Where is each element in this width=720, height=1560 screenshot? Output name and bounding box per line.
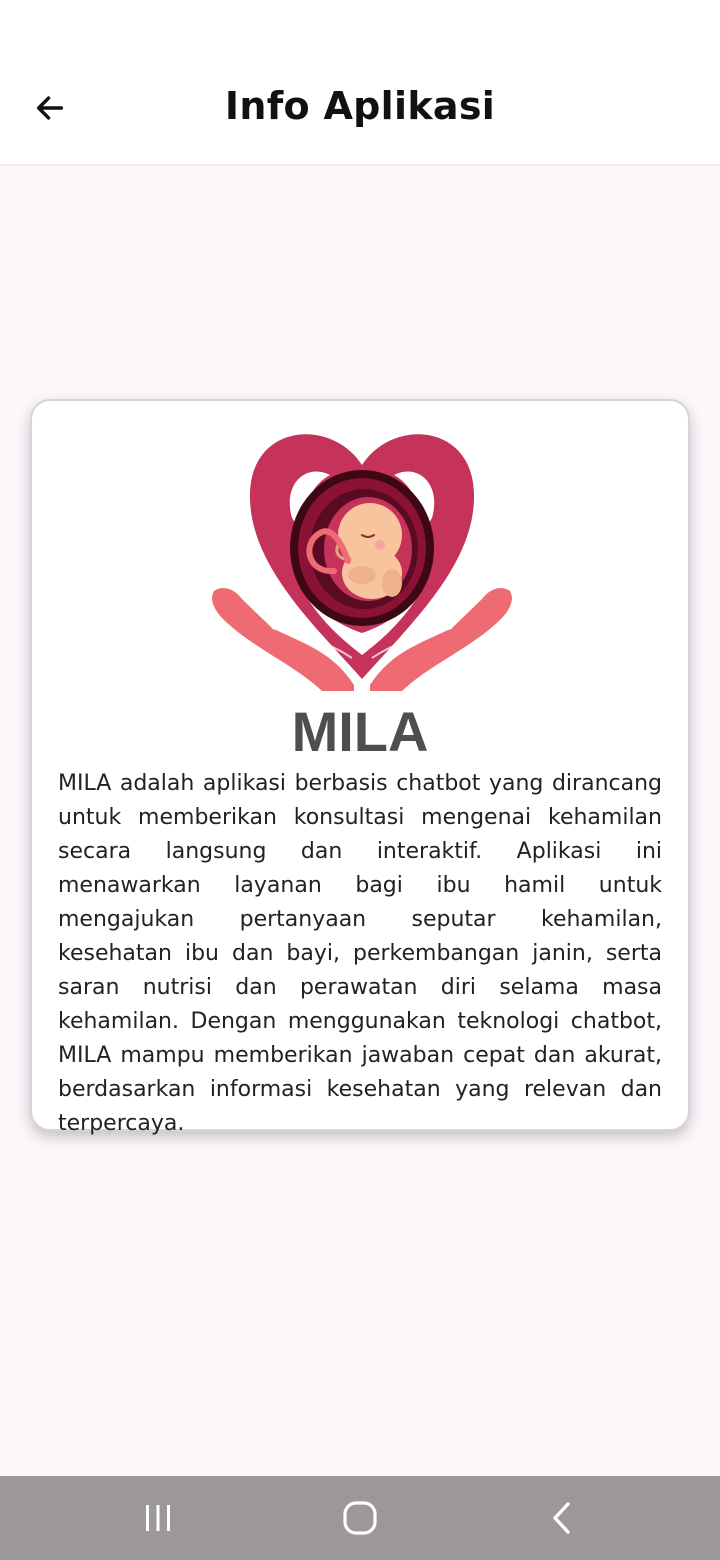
recents-icon [146,1505,170,1531]
home-icon [343,1501,377,1535]
system-navigation-bar [0,1476,720,1560]
app-description: MILA adalah aplikasi berbasis chatbot ya… [58,771,662,1136]
page-title: Info Aplikasi [224,84,496,128]
app-screen: Info Aplikasi MILA MILA adalah aplikasi … [0,0,720,1560]
mother-hands-fetus-heart-logo [212,434,512,691]
home-button[interactable] [320,1490,400,1546]
app-name: MILA [291,700,429,763]
status-bar [0,0,720,56]
nav-back-icon [553,1502,570,1534]
app-logo [212,423,512,693]
app-info-card: MILA MILA adalah aplikasi berbasis chatb… [30,399,690,1136]
nav-back-button[interactable] [522,1490,602,1546]
app-bar: Info Aplikasi [0,56,720,166]
recents-button[interactable] [118,1490,198,1546]
